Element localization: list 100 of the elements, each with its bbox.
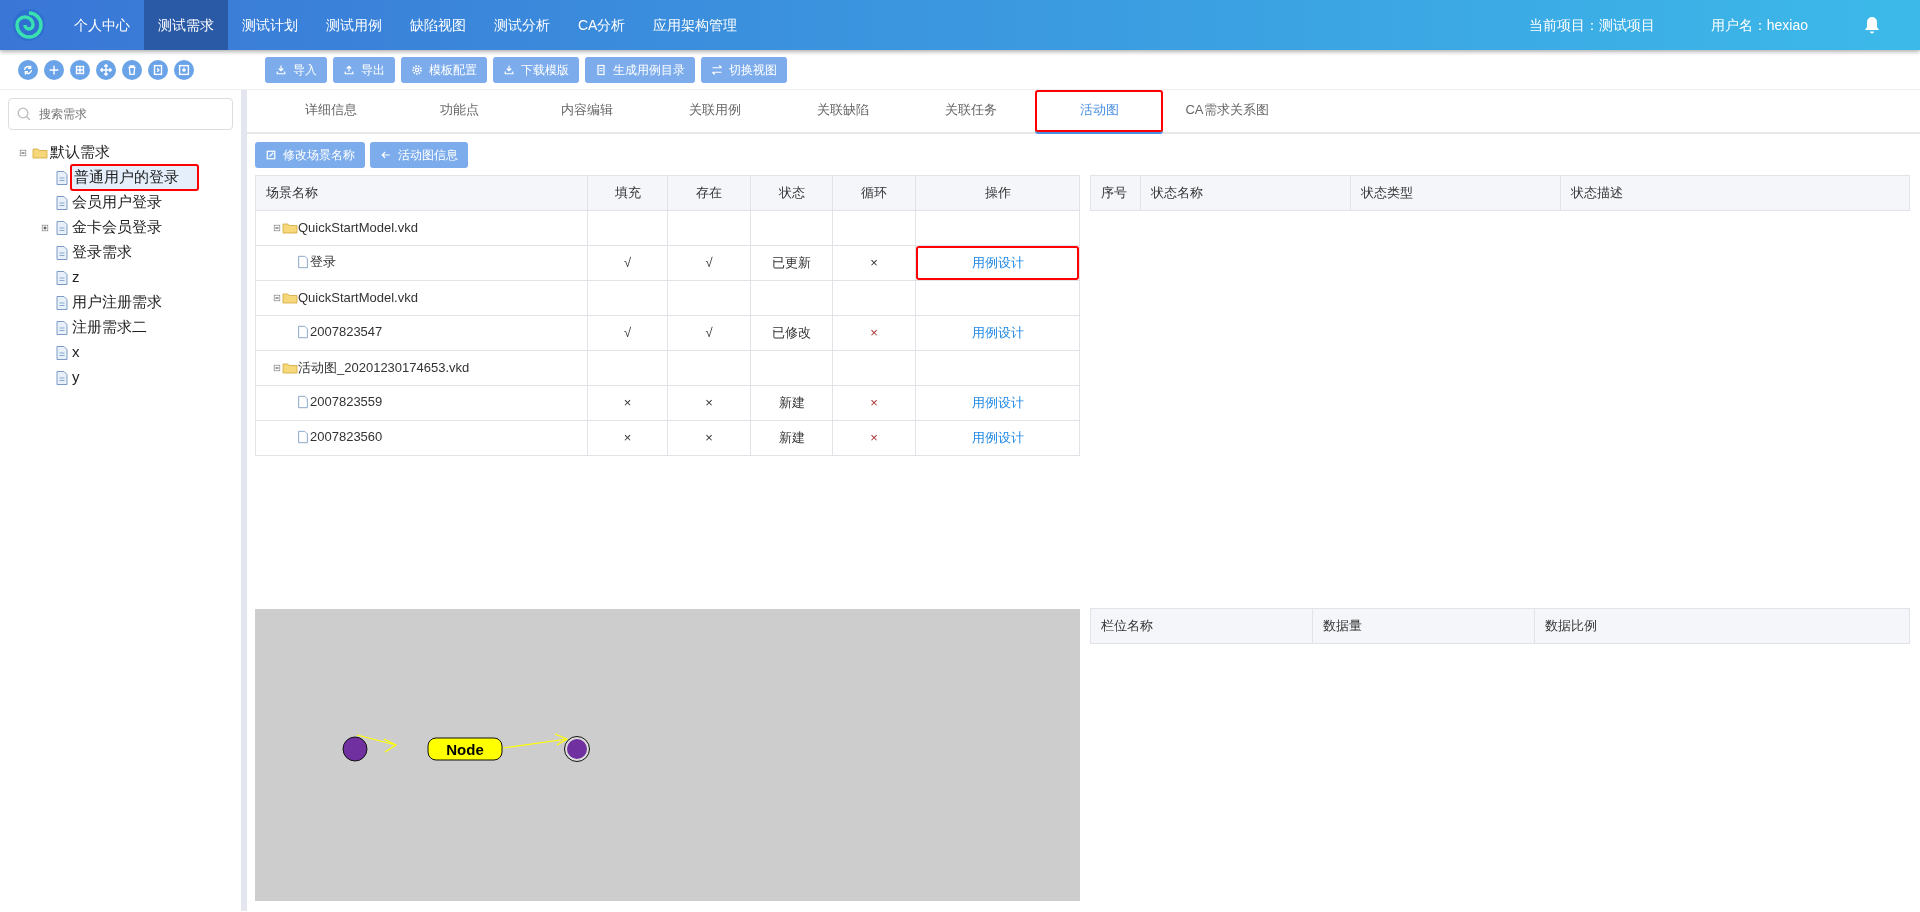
- tab[interactable]: 关联用例: [651, 90, 779, 134]
- tree-item[interactable]: x: [70, 341, 82, 364]
- panel-arrow-button[interactable]: [148, 59, 168, 80]
- tree-item[interactable]: 登录需求: [70, 241, 134, 264]
- toolbar-button[interactable]: 修改场景名称: [255, 142, 365, 168]
- exists-mark: √: [705, 255, 713, 271]
- case-design-link[interactable]: 用例设计: [971, 325, 1024, 341]
- username-label: 用户名：hexiao: [1710, 15, 1808, 35]
- toolbar-button[interactable]: 下载模版: [493, 56, 579, 83]
- column-header: 循环: [832, 175, 916, 211]
- upload-icon: [343, 63, 355, 76]
- column-header: 状态名称: [1140, 175, 1351, 211]
- nav-tab[interactable]: 测试分析: [480, 0, 564, 50]
- file-name: QuickStartModel.vkd: [298, 288, 418, 307]
- exists-mark: ×: [705, 430, 713, 446]
- nav-tab[interactable]: 测试用例: [312, 0, 396, 50]
- case-design-link[interactable]: 用例设计: [971, 255, 1024, 271]
- tree-item[interactable]: y: [70, 366, 82, 389]
- column-header: 状态类型: [1350, 175, 1561, 211]
- document-icon: [54, 369, 70, 386]
- search-field[interactable]: 搜索需求: [8, 98, 233, 130]
- status-text: 新建: [778, 430, 805, 446]
- download-icon: [275, 63, 287, 76]
- expand-icon[interactable]: [40, 222, 50, 233]
- column-header: 场景名称: [255, 175, 588, 211]
- scenario-name: 2007823559: [310, 392, 383, 411]
- column-header: 序号: [1090, 175, 1141, 211]
- loop-mark: ×: [870, 395, 878, 411]
- document-icon: [296, 254, 310, 269]
- status-text: 已修改: [772, 325, 811, 341]
- move-icon: [99, 62, 113, 77]
- loop-mark: ×: [870, 325, 878, 341]
- tab[interactable]: 活动图: [1035, 90, 1163, 134]
- document-icon: [296, 324, 310, 339]
- column-header: 数据量: [1312, 608, 1535, 644]
- document-icon: [54, 319, 70, 336]
- status-text: 已更新: [772, 255, 811, 271]
- tab[interactable]: 内容编辑: [523, 90, 651, 134]
- logo-icon: [12, 8, 46, 42]
- nav-tab[interactable]: 测试计划: [228, 0, 312, 50]
- toolbar-button[interactable]: 生成用例目录: [585, 56, 695, 83]
- case-design-link[interactable]: 用例设计: [971, 395, 1024, 411]
- document-icon: [54, 294, 70, 311]
- edit-icon: [265, 149, 277, 161]
- fill-mark: ×: [623, 395, 632, 411]
- tab[interactable]: 关联任务: [907, 90, 1035, 134]
- refresh-button[interactable]: [18, 59, 38, 80]
- move-button[interactable]: [96, 59, 116, 80]
- bell-icon[interactable]: [1864, 16, 1880, 34]
- tray-download-button[interactable]: [174, 59, 194, 80]
- nav-tab[interactable]: 个人中心: [60, 0, 144, 50]
- nav-tab[interactable]: 缺陷视图: [396, 0, 480, 50]
- arrow-left-icon: [380, 149, 392, 161]
- column-header: 存在: [667, 175, 751, 211]
- case-design-link[interactable]: 用例设计: [971, 430, 1024, 446]
- tree-item[interactable]: 注册需求二: [70, 316, 149, 339]
- download-icon: [503, 63, 515, 76]
- add-button[interactable]: [44, 59, 64, 80]
- toolbar-button[interactable]: 切换视图: [701, 56, 787, 83]
- tab[interactable]: CA需求关系图: [1163, 90, 1291, 134]
- toolbar-button[interactable]: 导出: [333, 56, 395, 83]
- collapse-icon[interactable]: [18, 147, 28, 158]
- toolbar-button[interactable]: 模板配置: [401, 56, 487, 83]
- arrow: [502, 733, 569, 749]
- gear-icon: [411, 63, 423, 76]
- end-node: [564, 736, 590, 762]
- swap-arrows-icon: [711, 63, 723, 76]
- tree-item[interactable]: z: [70, 266, 82, 289]
- column-header: 栏位名称: [1090, 608, 1313, 644]
- current-project-label: 当前项目：测试项目: [1528, 15, 1655, 35]
- status-text: 新建: [778, 395, 805, 411]
- tab[interactable]: 功能点: [395, 90, 523, 134]
- toolbar-button[interactable]: 活动图信息: [370, 142, 468, 168]
- document-icon: [296, 429, 310, 444]
- column-header: 数据比例: [1534, 608, 1910, 644]
- trash-button[interactable]: [122, 59, 142, 80]
- collapse-icon[interactable]: [272, 222, 282, 233]
- collapse-icon[interactable]: [272, 292, 282, 303]
- nav-tab[interactable]: CA分析: [564, 0, 640, 50]
- document-icon: [54, 244, 70, 261]
- nav-tab[interactable]: 测试需求: [144, 0, 228, 50]
- file-name: QuickStartModel.vkd: [298, 218, 418, 237]
- exists-mark: ×: [705, 395, 713, 411]
- collapse-icon[interactable]: [272, 362, 282, 373]
- loop-mark: ×: [870, 430, 878, 446]
- tab[interactable]: 详细信息: [267, 90, 395, 134]
- tree-item[interactable]: 普通用户的登录: [70, 164, 199, 191]
- grid-button[interactable]: [70, 59, 90, 80]
- tree-item[interactable]: 会员用户登录: [70, 191, 164, 214]
- tree-item[interactable]: 金卡会员登录: [70, 216, 164, 239]
- document-icon: [54, 194, 70, 211]
- exists-mark: √: [705, 325, 713, 341]
- tree-item[interactable]: 默认需求: [48, 141, 112, 164]
- document-icon: [296, 394, 310, 409]
- document-icon: [54, 219, 70, 236]
- toolbar-button[interactable]: 导入: [265, 56, 327, 83]
- tab[interactable]: 关联缺陷: [779, 90, 907, 134]
- document-icon: [595, 63, 607, 76]
- nav-tab[interactable]: 应用架构管理: [639, 0, 752, 50]
- tree-item[interactable]: 用户注册需求: [70, 291, 164, 314]
